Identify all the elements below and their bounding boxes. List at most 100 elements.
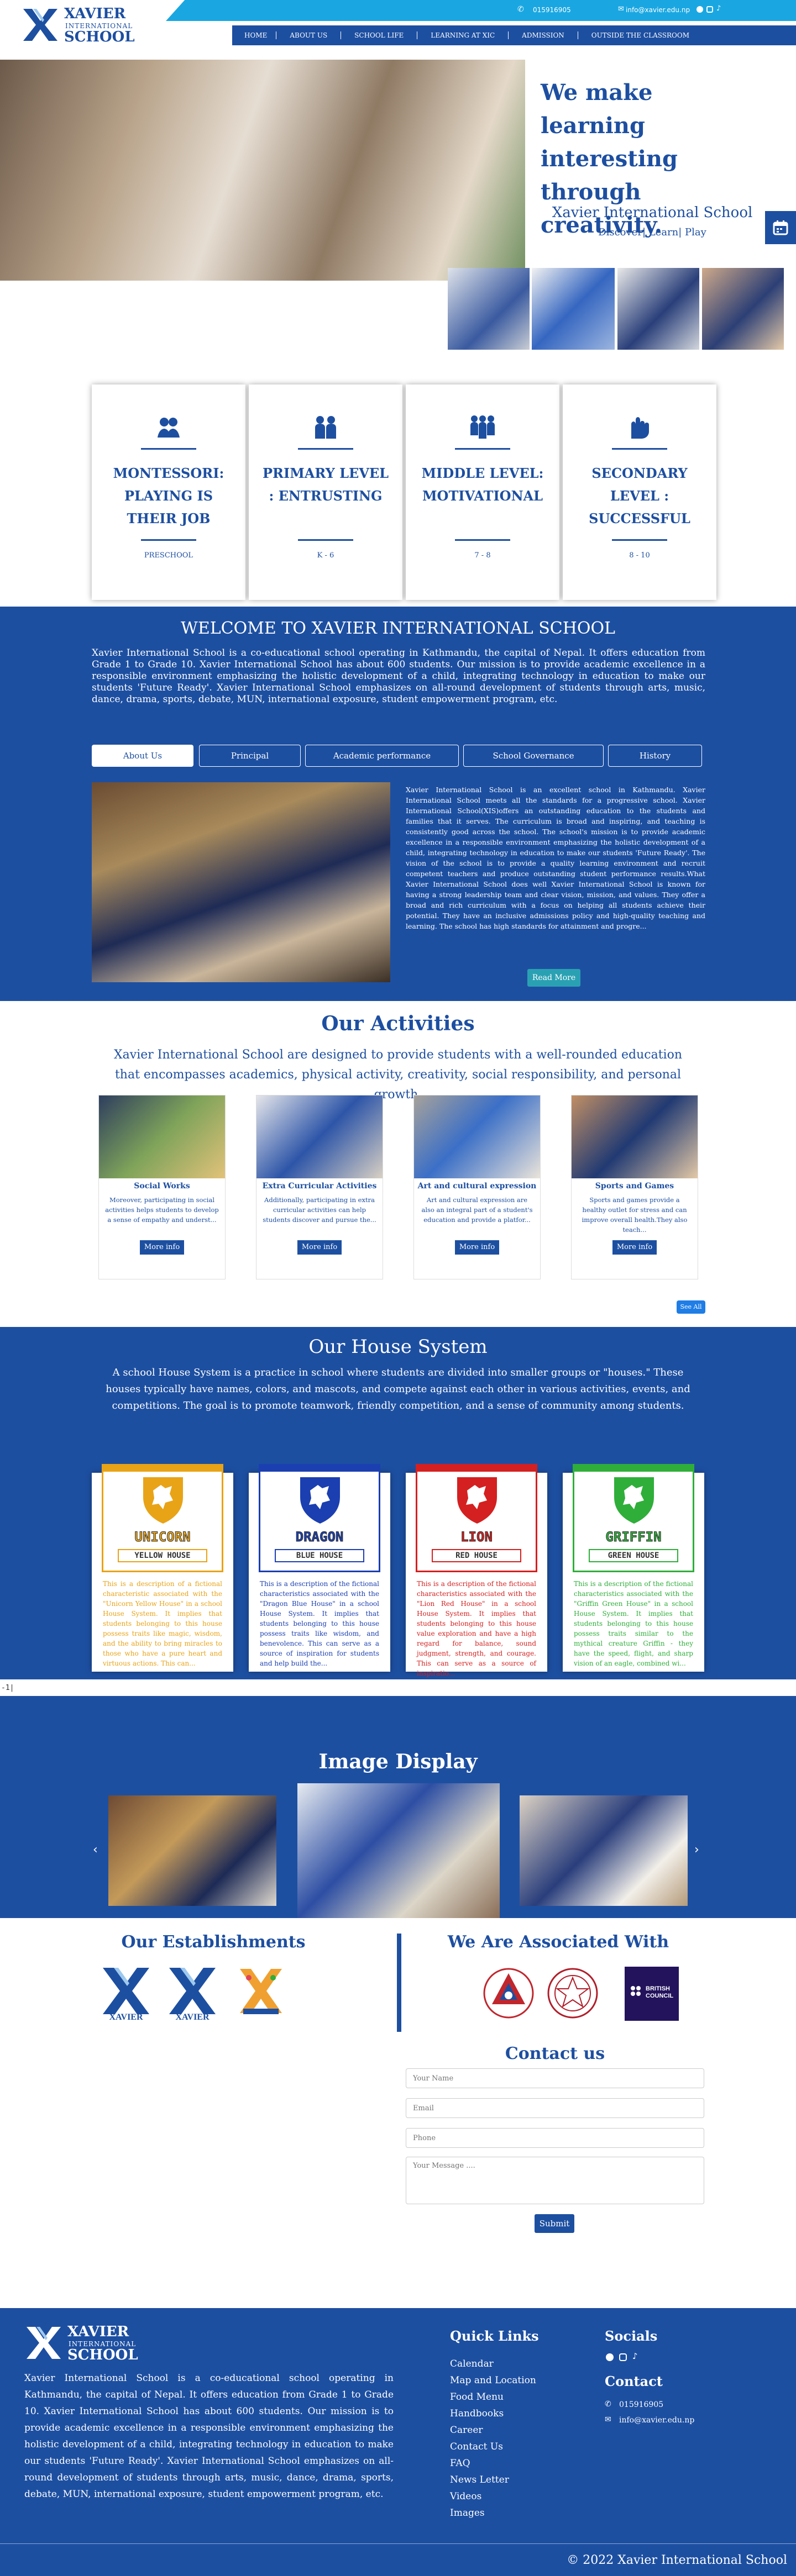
tab-principal[interactable]: Principal — [199, 745, 301, 767]
thumb-4[interactable] — [702, 268, 784, 350]
thumb-2[interactable] — [532, 268, 615, 350]
rule — [612, 448, 667, 450]
house-card[interactable]: GRIFFIN GREEN HOUSE This is a descriptio… — [563, 1464, 704, 1672]
footer-rule — [0, 2543, 796, 2544]
footer-tiktok-icon[interactable]: ♪ — [632, 2351, 638, 2361]
rule — [455, 448, 510, 450]
footer-facebook-icon[interactable] — [606, 2353, 614, 2361]
associated-logo-british-council[interactable]: BRITISH COUNCIL — [625, 1967, 679, 2021]
xavier-logo-icon: XAVIER — [169, 1968, 216, 2022]
rule — [455, 539, 510, 541]
level-card-montessori[interactable]: MONTESSORI: PLAYING IS THEIR JOB PRESCHO… — [92, 384, 245, 600]
activity-title: Social Works — [134, 1182, 190, 1190]
house-card[interactable]: UNICORN YELLOW HOUSE This is a descripti… — [92, 1464, 233, 1672]
tab-governance[interactable]: School Governance — [463, 745, 604, 767]
establishment-logo-2[interactable]: XAVIER — [164, 1963, 221, 2022]
nav-about-us[interactable]: ABOUT US — [276, 31, 342, 39]
gallery-prev-icon[interactable]: ‹ — [93, 1843, 98, 1857]
name-input[interactable] — [406, 2068, 704, 2088]
level-card-primary[interactable]: PRIMARY LEVEL : ENTRUSTING K - 6 — [249, 384, 402, 600]
top-email[interactable]: info@xavier.edu.np — [626, 6, 690, 14]
level-card-secondary[interactable]: SECONDARY LEVEL : SUCCESSFUL 8 - 10 — [563, 384, 716, 600]
students-icon — [315, 416, 336, 439]
house-crest: UNICORN YELLOW HOUSE — [102, 1464, 223, 1572]
mail-icon: ✉ — [618, 5, 624, 13]
email-input[interactable] — [406, 2098, 704, 2118]
quick-link[interactable]: Food Menu — [450, 2389, 572, 2405]
submit-button[interactable]: Submit — [535, 2214, 574, 2233]
quick-link[interactable]: Handbooks — [450, 2405, 572, 2422]
quick-link[interactable]: Videos — [450, 2488, 572, 2505]
activity-card[interactable]: Sports and Games Sports and games provid… — [571, 1095, 698, 1279]
more-info-button[interactable]: More info — [297, 1240, 342, 1255]
quick-link[interactable]: News Letter — [450, 2472, 572, 2488]
house-card[interactable]: LION RED HOUSE This is a description of … — [406, 1464, 547, 1677]
nav-school-life[interactable]: SCHOOL LIFE — [341, 31, 418, 39]
top-info-bar: ✆ 015916905 ✉ info@xavier.edu.np ♪ — [166, 0, 796, 21]
read-more-button[interactable]: Read More — [527, 969, 580, 987]
house-crest: DRAGON BLUE HOUSE — [259, 1464, 380, 1572]
message-input[interactable] — [406, 2157, 704, 2204]
phone-input[interactable] — [406, 2128, 704, 2148]
establishment-logo-1[interactable]: XAVIER — [97, 1963, 155, 2022]
quick-link[interactable]: Contact Us — [450, 2438, 572, 2455]
footer-instagram-icon[interactable] — [619, 2353, 627, 2361]
activity-title: Sports and Games — [595, 1182, 674, 1190]
tab-history[interactable]: History — [608, 745, 702, 767]
nav-admission[interactable]: ADMISSION — [509, 31, 578, 39]
nav-outside[interactable]: OUTSIDE THE CLASSROOM — [578, 31, 703, 39]
activity-image — [256, 1095, 383, 1178]
activity-card[interactable]: Art and cultural expression Art and cult… — [413, 1095, 541, 1279]
footer-email[interactable]: info@xavier.edu.np — [619, 2416, 694, 2425]
activity-title: Art and cultural expression — [417, 1182, 537, 1190]
quick-link[interactable]: Images — [450, 2505, 572, 2521]
level-card-middle[interactable]: MIDDLE LEVEL: MOTIVATIONAL 7 - 8 — [406, 384, 559, 600]
contact-title: Contact us — [505, 2044, 605, 2063]
activity-title: Extra Curricular Activities — [262, 1182, 377, 1190]
welcome-title: WELCOME TO XAVIER INTERNATIONAL SCHOOL — [181, 619, 615, 638]
tab-about-us[interactable]: About Us — [92, 745, 193, 767]
house-name: DRAGON — [295, 1529, 344, 1545]
top-phone[interactable]: 015916905 — [533, 6, 571, 14]
facebook-icon[interactable] — [696, 6, 703, 13]
tiktok-icon[interactable]: ♪ — [716, 4, 721, 13]
footer-logo[interactable]: XAVIER INTERNATIONAL SCHOOL — [24, 2322, 151, 2363]
more-info-button[interactable]: More info — [455, 1240, 499, 1255]
house-card[interactable]: DRAGON BLUE HOUSE This is a description … — [249, 1464, 390, 1672]
quick-link[interactable]: Map and Location — [450, 2372, 572, 2389]
associated-logo-nepal[interactable] — [482, 1967, 535, 2020]
house-crest: LION RED HOUSE — [416, 1464, 537, 1572]
see-all-button[interactable]: See All — [677, 1300, 705, 1314]
british-council-dots-icon — [631, 1986, 641, 1996]
quick-link[interactable]: Career — [450, 2422, 572, 2438]
site-logo[interactable]: XAVIER INTERNATIONAL SCHOOL — [21, 6, 143, 45]
footer-phone[interactable]: 015916905 — [619, 2400, 663, 2409]
quick-link[interactable]: Calendar — [450, 2356, 572, 2372]
activities-title: Our Activities — [321, 1012, 475, 1035]
gallery-next-icon[interactable]: › — [694, 1843, 699, 1857]
house-name: GRIFFIN — [605, 1529, 662, 1545]
more-info-button[interactable]: More info — [612, 1240, 657, 1255]
house-title: Our House System — [308, 1336, 488, 1358]
establishment-logo-3[interactable] — [232, 1963, 290, 2021]
quick-link[interactable]: FAQ — [450, 2455, 572, 2472]
activity-card[interactable]: Social Works Moreover, participating in … — [98, 1095, 226, 1279]
thumb-1[interactable] — [448, 268, 530, 350]
nav-home[interactable]: HOME — [235, 31, 277, 39]
establishments-title: Our Establishments — [121, 1932, 306, 1952]
associated-logo-board[interactable] — [546, 1967, 599, 2020]
house-name: UNICORN — [134, 1529, 191, 1545]
instagram-icon[interactable] — [706, 6, 713, 13]
activity-image — [99, 1095, 225, 1178]
footer-phone-icon: ✆ — [605, 2400, 611, 2409]
nav-learning[interactable]: LEARNING AT XIC — [417, 31, 509, 39]
header: XAVIER INTERNATIONAL SCHOOL ✆ 015916905 … — [0, 0, 796, 50]
logo-line1: XAVIER — [64, 6, 126, 22]
activity-card[interactable]: Extra Curricular Activities Additionally… — [256, 1095, 383, 1279]
calendar-button[interactable] — [765, 211, 796, 244]
xavier-logo-icon: XAVIER — [103, 1968, 149, 2022]
stray-text: -1| — [1, 1684, 14, 1692]
thumb-3[interactable] — [617, 268, 699, 350]
more-info-button[interactable]: More info — [140, 1240, 184, 1255]
tab-academic[interactable]: Academic performance — [305, 745, 459, 767]
